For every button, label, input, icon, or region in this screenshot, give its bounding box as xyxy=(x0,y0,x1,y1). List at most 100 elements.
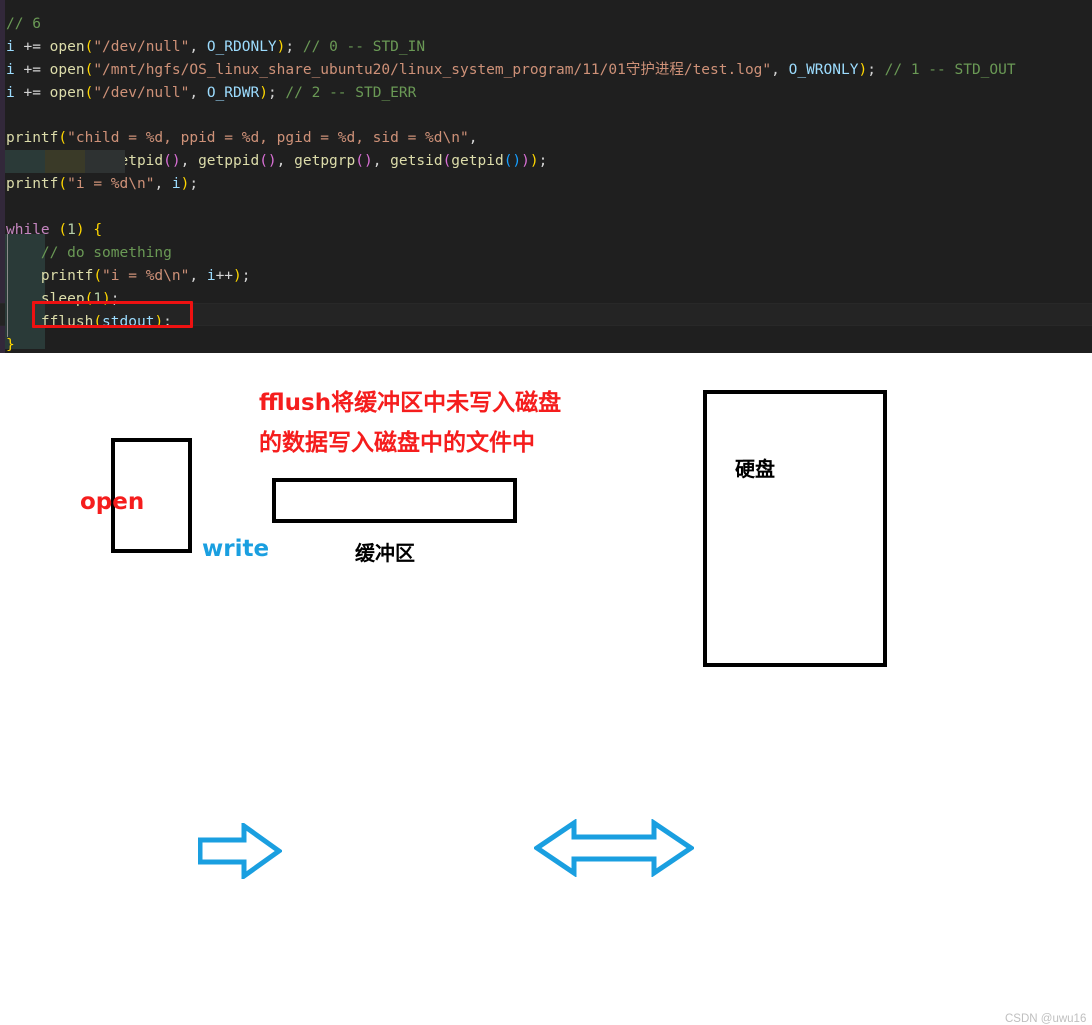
code-token: "/dev/null" xyxy=(93,39,190,55)
code-token: , xyxy=(189,85,207,101)
code-line-text: // do something xyxy=(0,242,172,265)
watermark-text: CSDN @uwu16 xyxy=(1005,1013,1087,1025)
code-line[interactable]: i += open("/dev/null", O_RDONLY); // 0 -… xyxy=(0,36,425,59)
open-label: open xyxy=(80,489,145,515)
code-token: , xyxy=(372,153,391,169)
code-line-text: printf("i = %d\n", i++); xyxy=(0,265,251,288)
code-line-text: i += open("/dev/null", O_RDONLY); // 0 -… xyxy=(0,36,425,59)
code-token: ) xyxy=(171,153,181,169)
code-token: ) xyxy=(521,153,530,169)
code-token: while xyxy=(6,222,59,238)
code-token: ( xyxy=(58,176,68,192)
code-line[interactable]: printf("i = %d\n", i); xyxy=(0,173,198,196)
code-token: "/dev/null" xyxy=(93,85,190,101)
disk-label: 硬盘 xyxy=(735,457,775,481)
code-token: ( xyxy=(259,153,268,169)
code-token: , xyxy=(771,62,789,78)
code-token: i xyxy=(171,176,181,192)
code-token: += xyxy=(23,62,50,78)
code-line-text: printf("child = %d, ppid = %d, pgid = %d… xyxy=(0,127,477,150)
code-token: O_RDWR xyxy=(206,85,260,101)
code-token: ) xyxy=(512,153,522,169)
code-token: ) xyxy=(267,153,277,169)
code-token: ) xyxy=(75,222,85,238)
code-token: // 0 -- STD_IN xyxy=(302,39,426,55)
buffer-label: 缓冲区 xyxy=(355,541,415,565)
disk-box xyxy=(703,390,887,667)
code-token: ( xyxy=(355,153,364,169)
code-line-text: i += open("/mnt/hgfs/OS_linux_share_ubun… xyxy=(0,59,1016,82)
code-token: ( xyxy=(58,222,68,238)
code-line[interactable]: i += open("/mnt/hgfs/OS_linux_share_ubun… xyxy=(0,59,1016,82)
code-token: printf xyxy=(6,268,94,284)
code-line[interactable]: i += open("/dev/null", O_RDWR); // 2 -- … xyxy=(0,82,416,105)
code-token: , xyxy=(468,130,478,146)
code-token: { xyxy=(93,222,103,238)
code-token: // 1 -- STD_OUT xyxy=(884,62,1016,78)
code-token: ) xyxy=(233,268,242,284)
code-line[interactable]: // 6 xyxy=(0,13,41,36)
code-token: // do something xyxy=(6,245,172,261)
code-token: , xyxy=(154,176,172,192)
code-token: ; xyxy=(285,39,303,55)
code-token: getpid xyxy=(451,153,504,169)
code-token: 1 xyxy=(67,222,76,238)
code-token: , xyxy=(276,153,295,169)
code-token: ( xyxy=(58,130,68,146)
write-label: write xyxy=(202,536,270,562)
code-token: ) xyxy=(858,62,868,78)
code-token: "i = %d\n" xyxy=(102,268,190,284)
code-token: ; xyxy=(267,85,286,101)
code-line[interactable]: // do something xyxy=(0,242,172,265)
code-line[interactable]: } xyxy=(0,334,15,353)
code-token: ++ xyxy=(215,268,234,284)
indent-guide-block xyxy=(5,150,45,173)
code-token: "child = %d, ppid = %d, pgid = %d, sid =… xyxy=(67,130,469,146)
code-token: ; xyxy=(867,62,885,78)
code-token: , xyxy=(180,153,199,169)
code-token: , xyxy=(189,268,207,284)
code-line-text: i += open("/dev/null", O_RDWR); // 2 -- … xyxy=(0,82,416,105)
code-token: getsid xyxy=(390,153,443,169)
diagram-pane: fflush将缓冲区中未写入磁盘 的数据写入磁盘中的文件中 open write… xyxy=(0,353,1092,1025)
code-token: , xyxy=(189,39,207,55)
indent-guide-block xyxy=(85,150,125,173)
code-line[interactable]: getpid(), getppid(), getpgrp(), getsid(g… xyxy=(0,150,547,173)
code-token: ( xyxy=(163,153,172,169)
code-token: O_RDONLY xyxy=(206,39,277,55)
indent-guide-block xyxy=(45,150,85,173)
code-token: ; xyxy=(241,268,251,284)
code-line-text: while (1) { xyxy=(0,219,102,242)
annotation-note-line-2: 的数据写入磁盘中的文件中 xyxy=(259,430,535,456)
fflush-annotation-rectangle xyxy=(32,301,193,328)
code-token: ; xyxy=(189,176,199,192)
code-line[interactable]: while (1) { xyxy=(0,219,102,242)
code-token: "i = %d\n" xyxy=(67,176,155,192)
code-token: getppid xyxy=(198,153,260,169)
code-token: += xyxy=(23,39,50,55)
code-line-text: printf("i = %d\n", i); xyxy=(0,173,198,196)
code-token: ( xyxy=(93,268,103,284)
code-token: ) xyxy=(259,85,268,101)
code-line[interactable]: printf("child = %d, ppid = %d, pgid = %d… xyxy=(0,127,477,150)
code-token: ( xyxy=(442,153,452,169)
code-token: "/mnt/hgfs/OS_linux_share_ubuntu20/linux… xyxy=(93,62,772,78)
code-line-text: } xyxy=(0,334,15,353)
write-arrow-icon xyxy=(197,821,284,884)
code-token: printf xyxy=(6,130,59,146)
code-token: i xyxy=(6,39,24,55)
buffer-box xyxy=(272,478,517,523)
code-line[interactable]: printf("i = %d\n", i++); xyxy=(0,265,251,288)
code-token: ) xyxy=(529,153,539,169)
code-token: // 6 xyxy=(6,16,41,32)
code-token: open xyxy=(49,62,85,78)
code-line-text: // 6 xyxy=(0,13,41,36)
code-token: i xyxy=(6,62,24,78)
code-editor-pane[interactable]: // 6i += open("/dev/null", O_RDONLY); //… xyxy=(0,0,1092,353)
code-token: ; xyxy=(538,153,548,169)
code-token: open xyxy=(49,85,85,101)
code-token: ) xyxy=(363,153,373,169)
annotation-note-line-1: fflush将缓冲区中未写入磁盘 xyxy=(259,390,562,416)
code-token: i xyxy=(6,85,24,101)
code-token: open xyxy=(49,39,85,55)
